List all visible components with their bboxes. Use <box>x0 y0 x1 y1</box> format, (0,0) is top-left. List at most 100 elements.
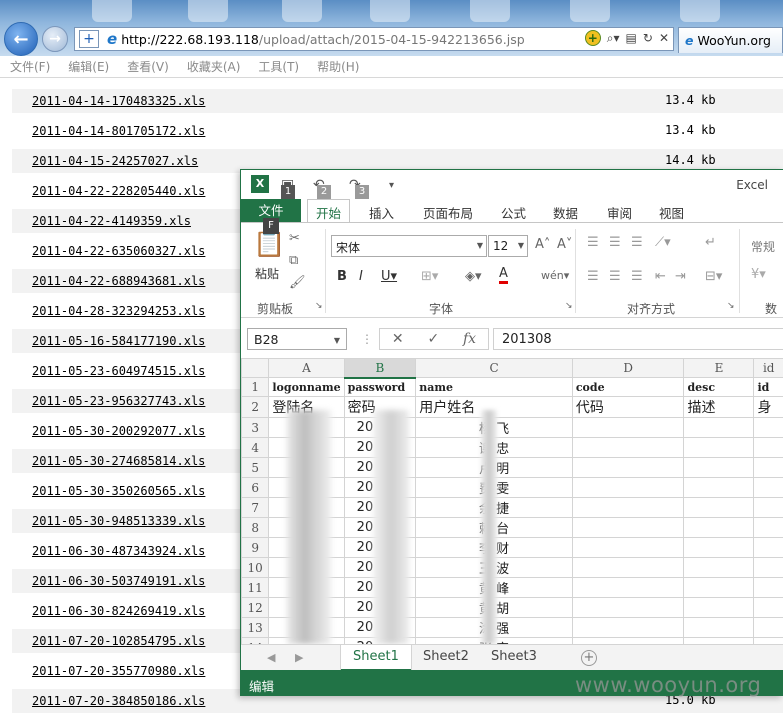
cell[interactable] <box>683 597 755 618</box>
browser-tab[interactable]: e WooYun.org <box>678 27 783 53</box>
cell[interactable] <box>571 517 685 538</box>
refresh-icon[interactable]: ↻ <box>643 31 653 45</box>
row-header[interactable]: 12 <box>241 597 270 618</box>
shrink-font-icon[interactable]: A˅ <box>557 237 572 252</box>
underline-icon[interactable]: U▾ <box>381 269 397 284</box>
file-link[interactable]: 2011-04-22-688943681.xls <box>32 274 205 288</box>
file-link[interactable]: 2011-04-22-635060327.xls <box>32 244 205 258</box>
next-sheet-icon[interactable]: ▶ <box>295 651 303 664</box>
file-link[interactable]: 2011-04-14-170483325.xls <box>32 94 205 108</box>
close-icon[interactable]: ✕ <box>659 31 669 45</box>
cell[interactable] <box>571 557 685 578</box>
file-link[interactable]: 2011-04-15-24257027.xls <box>32 154 198 168</box>
cell[interactable] <box>753 417 783 438</box>
row-header[interactable]: 10 <box>241 557 270 578</box>
cell[interactable]: 代码 <box>571 396 685 418</box>
cell[interactable]: id <box>753 377 783 397</box>
row-header[interactable]: 5 <box>241 457 270 478</box>
wrap-text-icon[interactable]: ↵ <box>705 235 716 250</box>
taskbar-thumbnail[interactable] <box>188 0 228 22</box>
tab-home[interactable]: 开始 <box>307 199 351 223</box>
formula-input[interactable]: 201308 <box>493 328 783 350</box>
file-link[interactable]: 2011-05-23-604974515.xls <box>32 364 205 378</box>
file-link[interactable]: 2011-06-30-487343924.xls <box>32 544 205 558</box>
add-icon[interactable]: + <box>79 30 99 48</box>
cell[interactable]: name <box>415 377 573 397</box>
back-button[interactable]: ← <box>4 22 38 56</box>
cell[interactable] <box>753 437 783 458</box>
dialog-launcher-icon[interactable]: ↘ <box>565 301 573 311</box>
confirm-icon[interactable]: ✓ <box>427 331 439 347</box>
cell[interactable] <box>753 477 783 498</box>
taskbar-thumbnail[interactable] <box>570 0 610 22</box>
cell[interactable] <box>753 577 783 598</box>
row-header[interactable]: 3 <box>241 417 270 438</box>
cell[interactable] <box>571 477 685 498</box>
menu-tools[interactable]: 工具(T) <box>258 58 299 75</box>
cell[interactable] <box>683 417 755 438</box>
file-link[interactable]: 2011-06-30-503749191.xls <box>32 574 205 588</box>
cell[interactable]: logonname <box>268 377 345 397</box>
column-header[interactable]: B <box>343 358 417 379</box>
phonetic-icon[interactable]: wén▾ <box>541 269 569 282</box>
cell[interactable] <box>571 457 685 478</box>
paste-label[interactable]: 粘贴 <box>255 265 279 282</box>
paste-icon[interactable]: 📋 <box>253 229 285 263</box>
font-color-icon[interactable]: A <box>499 267 508 284</box>
file-link[interactable]: 2011-07-20-384850186.xls <box>32 694 205 708</box>
address-url[interactable]: http://222.68.193.118/upload/attach/2015… <box>121 32 524 47</box>
grow-font-icon[interactable]: A˄ <box>535 237 550 252</box>
cell[interactable] <box>571 497 685 518</box>
sheet-tab-2[interactable]: Sheet2 <box>411 645 481 671</box>
tab-data[interactable]: 数据 <box>553 203 578 222</box>
menu-favorites[interactable]: 收藏夹(A) <box>187 58 241 75</box>
font-size-select[interactable]: 12 ▼ <box>488 235 528 257</box>
menu-file[interactable]: 文件(F) <box>10 58 50 75</box>
address-bar[interactable]: + e http://222.68.193.118/upload/attach/… <box>74 27 674 51</box>
search-icon[interactable]: ⌕▾ <box>607 31 620 46</box>
file-link[interactable]: 2011-04-28-323294253.xls <box>32 304 205 318</box>
cell[interactable] <box>753 617 783 638</box>
align-top-icon[interactable]: ☰ <box>587 235 599 250</box>
taskbar-thumbnail[interactable] <box>680 0 720 22</box>
row-header[interactable]: 13 <box>241 617 270 638</box>
taskbar-thumbnail[interactable] <box>282 0 322 22</box>
cell[interactable] <box>683 477 755 498</box>
bold-icon[interactable]: B <box>337 269 347 284</box>
row-header[interactable]: 9 <box>241 537 270 558</box>
column-header[interactable]: E <box>683 358 755 378</box>
cell[interactable] <box>571 417 685 438</box>
spreadsheet-grid[interactable]: A B C D E id 1 logonname password name c… <box>241 358 783 644</box>
cell[interactable] <box>753 517 783 538</box>
menu-help[interactable]: 帮助(H) <box>317 58 359 75</box>
cell[interactable] <box>683 557 755 578</box>
borders-icon[interactable]: ⊞▾ <box>421 269 438 284</box>
tab-insert[interactable]: 插入 <box>369 203 394 222</box>
cell[interactable] <box>753 557 783 578</box>
name-box[interactable]: B28 ▼ <box>247 328 347 350</box>
select-all-corner[interactable] <box>241 358 270 378</box>
merge-cells-icon[interactable]: ⊟▾ <box>705 269 722 284</box>
align-bottom-icon[interactable]: ☰ <box>631 235 643 250</box>
tab-view[interactable]: 视图 <box>659 203 684 222</box>
column-header[interactable]: A <box>268 358 345 378</box>
cell[interactable] <box>571 617 685 638</box>
taskbar-thumbnail[interactable] <box>92 0 132 22</box>
number-format-select[interactable]: 常规 <box>747 235 783 257</box>
cell[interactable] <box>683 517 755 538</box>
row-header[interactable]: 11 <box>241 577 270 598</box>
taskbar-thumbnail[interactable] <box>370 0 410 22</box>
cell[interactable]: desc <box>683 377 755 397</box>
file-link[interactable]: 2011-05-30-948513339.xls <box>32 514 205 528</box>
cell[interactable] <box>753 597 783 618</box>
file-link[interactable]: 2011-05-30-350260565.xls <box>32 484 205 498</box>
align-right-icon[interactable]: ☰ <box>631 269 643 284</box>
indent-icon[interactable]: ⇤ <box>655 269 666 284</box>
currency-icon[interactable]: ¥▾ <box>751 267 766 282</box>
row-header[interactable]: 6 <box>241 477 270 498</box>
menu-edit[interactable]: 编辑(E) <box>68 58 109 75</box>
row-header[interactable]: 8 <box>241 517 270 538</box>
file-link[interactable]: 2011-07-20-355770980.xls <box>32 664 205 678</box>
file-link[interactable]: 2011-05-23-956327743.xls <box>32 394 205 408</box>
column-header[interactable]: C <box>415 358 573 378</box>
